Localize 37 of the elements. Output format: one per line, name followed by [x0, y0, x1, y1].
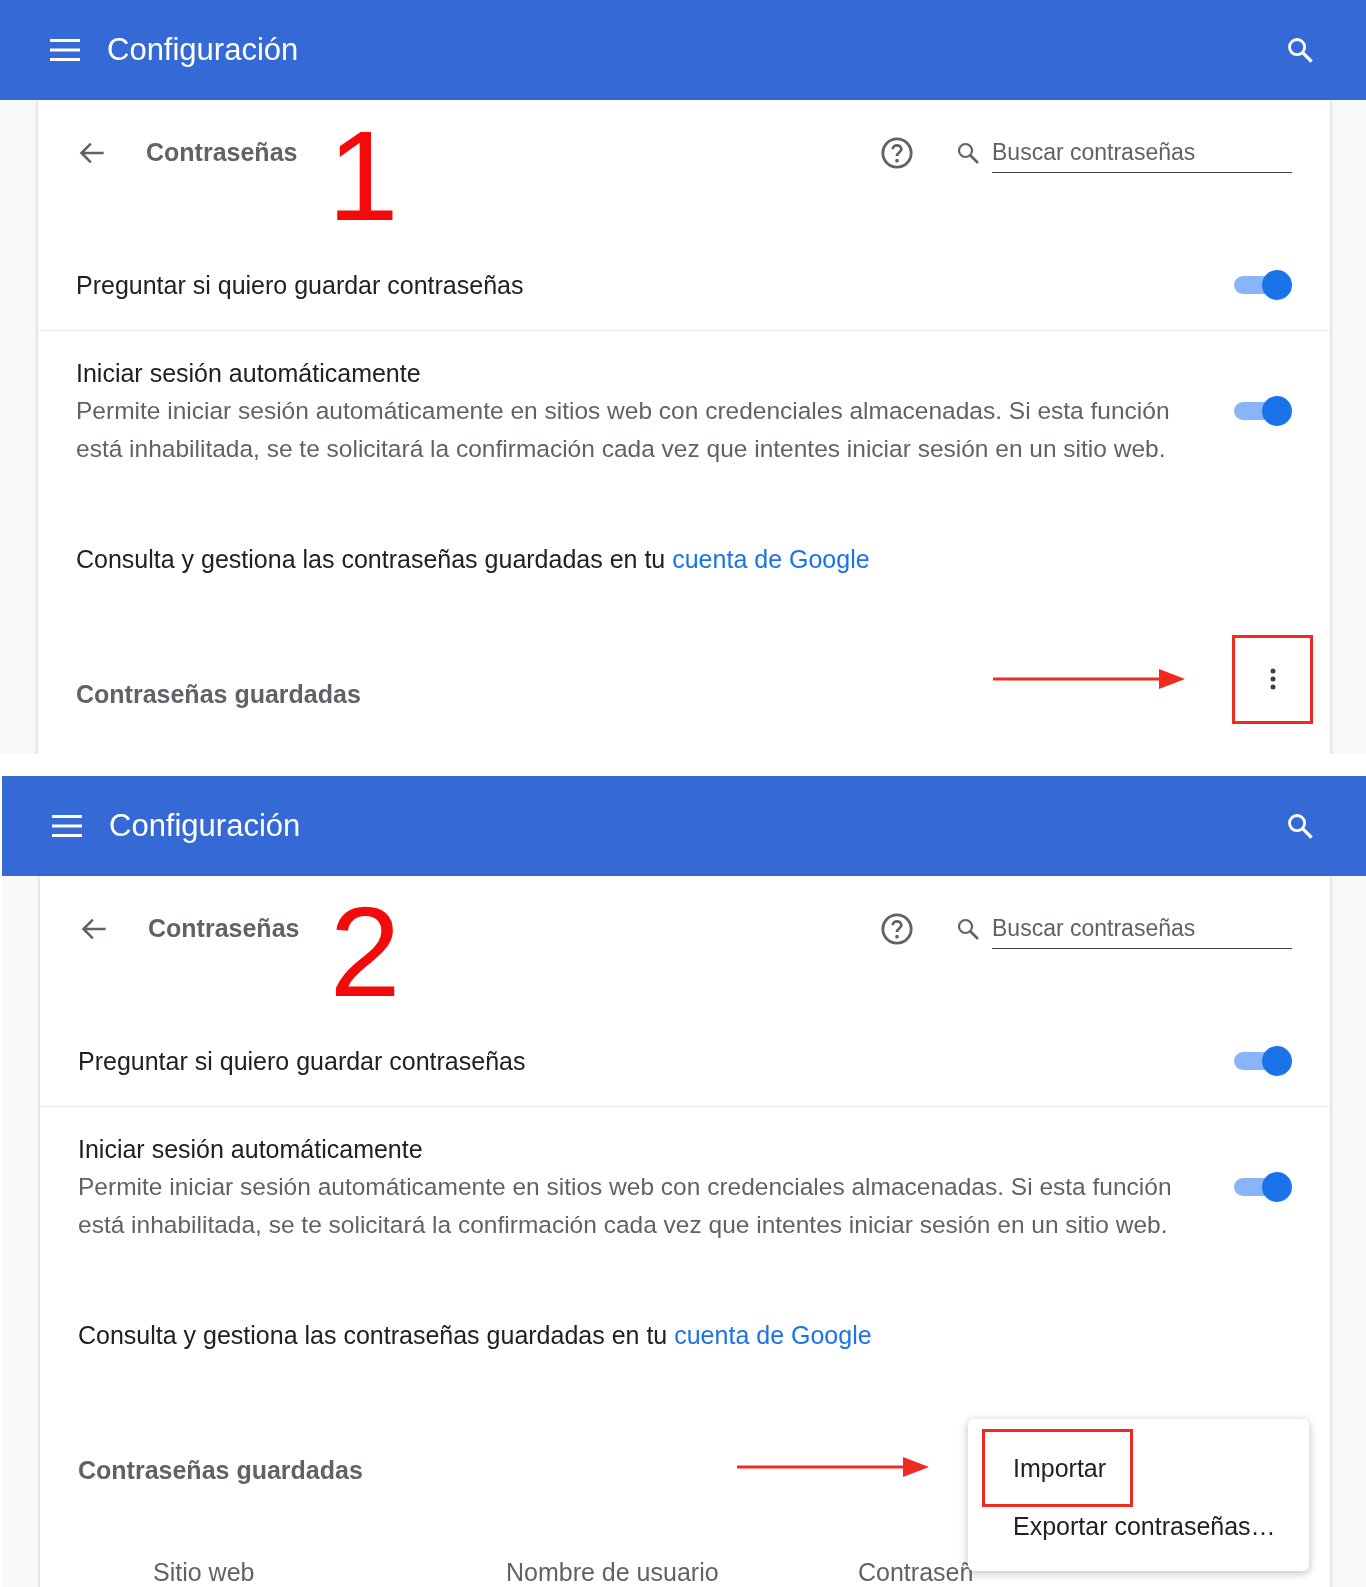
- step-number: 1: [327, 112, 399, 240]
- menu-item[interactable]: Importar: [982, 1429, 1134, 1507]
- setting-title: Iniciar sesión automáticamente: [78, 1134, 424, 1165]
- help-icon[interactable]: [880, 135, 914, 170]
- page-title: Contraseñas: [148, 914, 300, 943]
- menu-icon[interactable]: [50, 39, 80, 61]
- section-title: Contraseñas guardadas: [78, 1454, 363, 1485]
- setting-title: Preguntar si quiero guardar contraseñas: [76, 270, 525, 301]
- app-title: Configuración: [109, 808, 301, 844]
- arrow-icon: [993, 667, 1185, 691]
- column-header: Sitio web: [153, 1558, 256, 1587]
- google-account-link[interactable]: cuenta de Google: [672, 545, 870, 573]
- arrow-icon: [737, 1455, 929, 1479]
- setting-description: Permite iniciar sesión automáticamente en sitios web con credenciales almacenadas. Si esta función está inhabilitada, se te solicitará la confirmación cada vez que intentes iniciar sesión en un sitio web.: [76, 396, 1171, 464]
- menu-icon[interactable]: [52, 815, 82, 837]
- toggle-switch[interactable]: [1234, 268, 1292, 302]
- toggle-switch[interactable]: [1234, 1044, 1292, 1078]
- account-note: Consulta y gestiona las contraseñas guardadas en tu cuenta de Google: [75, 544, 871, 575]
- help-icon[interactable]: [880, 911, 914, 946]
- search-icon[interactable]: [1286, 36, 1314, 64]
- search-icon: [956, 916, 980, 941]
- search-icon: [956, 140, 980, 165]
- search-icon[interactable]: [1286, 812, 1314, 840]
- setting-title: Iniciar sesión automáticamente: [76, 358, 422, 389]
- step-number: 2: [329, 888, 401, 1016]
- account-note: Consulta y gestiona las contraseñas guardadas en tu cuenta de Google: [77, 1320, 873, 1351]
- page-title: Contraseñas: [146, 138, 298, 167]
- toggle-switch[interactable]: [1234, 394, 1292, 428]
- setting-title: Preguntar si quiero guardar contraseñas: [78, 1046, 527, 1077]
- toggle-switch[interactable]: [1234, 1170, 1292, 1204]
- column-header: Nombre de usuario: [506, 1558, 720, 1587]
- app-title: Configuración: [107, 32, 299, 68]
- google-account-link[interactable]: cuenta de Google: [674, 1321, 872, 1349]
- section-title: Contraseñas guardadas: [76, 678, 361, 709]
- setting-description: Permite iniciar sesión automáticamente en sitios web con credenciales almacenadas. Si esta función está inhabilitada, se te solicitará la confirmación cada vez que intentes iniciar sesión en un sitio web.: [78, 1172, 1173, 1240]
- column-header: Contraseñ: [858, 1558, 974, 1587]
- more-icon: [1269, 668, 1276, 690]
